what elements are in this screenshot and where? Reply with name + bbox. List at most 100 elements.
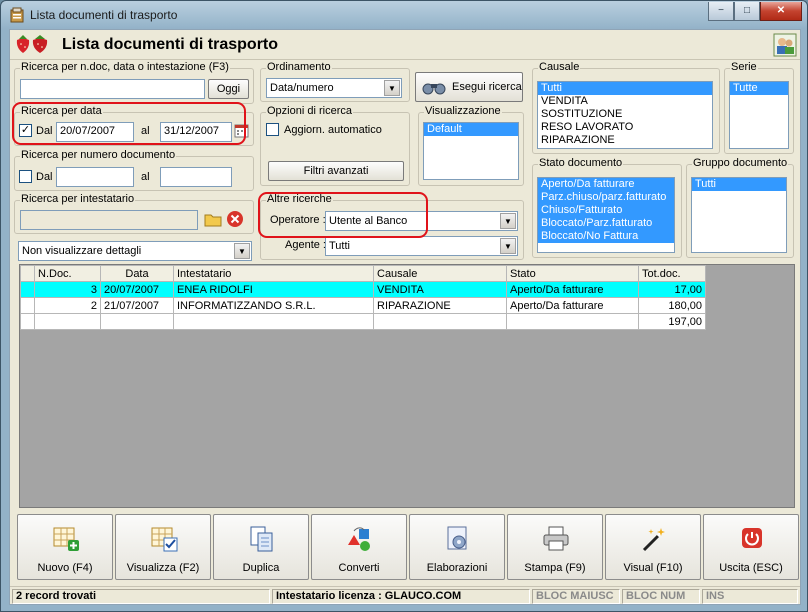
cell-intestatario[interactable]: INFORMATIZZANDO S.R.L. (173, 297, 374, 314)
row-selector[interactable] (20, 281, 35, 298)
list-item[interactable]: SOSTITUZIONE (538, 108, 712, 121)
serie-legend: Serie (730, 61, 758, 73)
operator-annotation (258, 192, 428, 238)
empty-cell (100, 313, 174, 330)
elaborations-button[interactable]: Elaborazioni (409, 514, 505, 580)
new-document-icon (53, 527, 79, 551)
duplicate-icon (250, 526, 273, 552)
execute-search-button[interactable]: Esegui ricerca (415, 72, 523, 102)
auto-refresh-checkbox[interactable] (266, 123, 279, 136)
column-header-ndoc[interactable]: N.Doc. (34, 265, 101, 282)
number-from-input[interactable] (56, 167, 134, 187)
cell-causale[interactable]: VENDITA (373, 281, 507, 298)
cell-ndoc[interactable]: 2 (34, 297, 101, 314)
folder-icon[interactable] (204, 210, 222, 228)
list-item[interactable]: Bloccato/No Fattura (538, 230, 674, 243)
details-select-value: Non visualizzare dettagli (22, 245, 142, 257)
visual-button[interactable]: Visual (F10) (605, 514, 701, 580)
table-row[interactable]: 2 21/07/2007 INFORMATIZZANDO S.R.L. RIPA… (20, 297, 706, 314)
display-legend: Visualizzazione (424, 105, 502, 117)
client-area: Lista documenti di trasporto Ricerca per… (9, 29, 801, 605)
list-item[interactable]: RESO LAVORATO (538, 121, 712, 134)
number-search-checkbox[interactable] (19, 170, 32, 183)
list-item[interactable]: Chiuso/Fatturato (538, 204, 674, 217)
new-button[interactable]: Nuovo (F4) (17, 514, 113, 580)
details-select[interactable]: Non visualizzare dettagli ▼ (18, 241, 252, 261)
number-to-input[interactable] (160, 167, 232, 187)
list-item[interactable]: VENDITA (538, 95, 712, 108)
totals-row: 197,00 (20, 313, 706, 330)
chevron-down-icon[interactable]: ▼ (384, 80, 400, 96)
print-button-label: Stampa (F9) (524, 562, 586, 574)
cell-data[interactable]: 21/07/2007 (100, 297, 174, 314)
stato-list[interactable]: Aperto/Da fatturare Parz.chiuso/parz.fat… (537, 177, 675, 253)
close-button[interactable]: ✕ (760, 2, 802, 21)
today-button[interactable]: Oggi (208, 79, 249, 99)
cell-ndoc[interactable]: 3 (34, 281, 101, 298)
caps-lock-status: BLOC MAIUSC (532, 589, 620, 604)
maximize-button[interactable]: □ (734, 2, 760, 21)
display-list-item[interactable]: Default (424, 123, 518, 136)
cell-stato[interactable]: Aperto/Da fatturare (506, 297, 639, 314)
agent-label: Agente : (285, 239, 326, 251)
holder-search-input[interactable] (20, 210, 198, 230)
form-header: Lista documenti di trasporto (10, 30, 800, 60)
documents-grid[interactable]: N.Doc. Data Intestatario Causale Stato T… (19, 264, 795, 508)
list-item[interactable]: Aperto/Da fatturare (538, 178, 674, 191)
column-header-causale[interactable]: Causale (373, 265, 507, 282)
causale-list[interactable]: Tutti VENDITA SOSTITUZIONE RESO LAVORATO… (537, 81, 713, 149)
number-search-legend: Ricerca per numero documento (20, 149, 177, 161)
date-search-annotation (12, 102, 246, 145)
insert-status: INS (702, 589, 798, 604)
list-item[interactable]: Tutti (538, 82, 712, 95)
chevron-down-icon[interactable]: ▼ (234, 243, 250, 259)
column-header-data[interactable]: Data (100, 265, 174, 282)
stato-group: Stato documento Aperto/Da fatturare Parz… (532, 157, 682, 258)
text-search-input[interactable] (20, 79, 205, 99)
table-header-row: N.Doc. Data Intestatario Causale Stato T… (20, 265, 706, 282)
agent-select-value: Tutti (329, 240, 350, 252)
cell-stato[interactable]: Aperto/Da fatturare (506, 281, 639, 298)
view-button[interactable]: Visualizza (F2) (115, 514, 211, 580)
convert-button[interactable]: Converti (311, 514, 407, 580)
chevron-down-icon[interactable]: ▼ (500, 213, 516, 229)
cell-intestatario[interactable]: ENEA RIDOLFI (173, 281, 374, 298)
ordering-select[interactable]: Data/numero ▼ (266, 78, 402, 98)
strawberries-icon (16, 35, 48, 53)
cell-totale[interactable]: 180,00 (638, 297, 706, 314)
exit-button[interactable]: Uscita (ESC) (703, 514, 799, 580)
column-header-intestatario[interactable]: Intestatario (173, 265, 374, 282)
convert-button-label: Converti (338, 562, 380, 574)
number-from-label: Dal (36, 171, 53, 183)
cell-totale[interactable]: 17,00 (638, 281, 706, 298)
list-item[interactable]: Parz.chiuso/parz.fatturato (538, 191, 674, 204)
advanced-filters-button[interactable]: Filtri avanzati (268, 161, 404, 181)
row-selector[interactable] (20, 297, 35, 314)
list-item[interactable]: RIPARAZIONE (538, 134, 712, 147)
stato-legend: Stato documento (538, 157, 624, 169)
search-options-legend: Opzioni di ricerca (266, 105, 353, 117)
new-button-label: Nuovo (F4) (37, 562, 93, 574)
cell-data[interactable]: 20/07/2007 (100, 281, 174, 298)
gruppo-list[interactable]: Tutti (691, 177, 787, 253)
view-button-label: Visualizza (F2) (126, 562, 200, 574)
clear-icon[interactable] (226, 210, 244, 228)
causale-group: Causale Tutti VENDITA SOSTITUZIONE RESO … (532, 61, 720, 154)
list-item[interactable]: Tutti (692, 178, 786, 191)
holder-search-legend: Ricerca per intestatario (20, 193, 136, 205)
gear-document-icon (447, 526, 467, 550)
serie-list[interactable]: Tutte (729, 81, 789, 149)
minimize-button[interactable]: − (708, 2, 734, 21)
table-row[interactable]: 3 20/07/2007 ENEA RIDOLFI VENDITA Aperto… (20, 281, 706, 298)
column-header-stato[interactable]: Stato (506, 265, 639, 282)
list-item[interactable]: Tutte (730, 82, 788, 95)
duplicate-button[interactable]: Duplica (213, 514, 309, 580)
agent-select[interactable]: Tutti ▼ (325, 236, 518, 256)
title-bar[interactable]: Lista documenti di trasporto − □ ✕ (1, 1, 807, 29)
cell-causale[interactable]: RIPARAZIONE (373, 297, 507, 314)
display-list[interactable]: Default (423, 122, 519, 180)
column-header-totale[interactable]: Tot.doc. (638, 265, 706, 282)
chevron-down-icon[interactable]: ▼ (500, 238, 516, 254)
list-item[interactable]: Bloccato/Parz.fatturato (538, 217, 674, 230)
print-button[interactable]: Stampa (F9) (507, 514, 603, 580)
